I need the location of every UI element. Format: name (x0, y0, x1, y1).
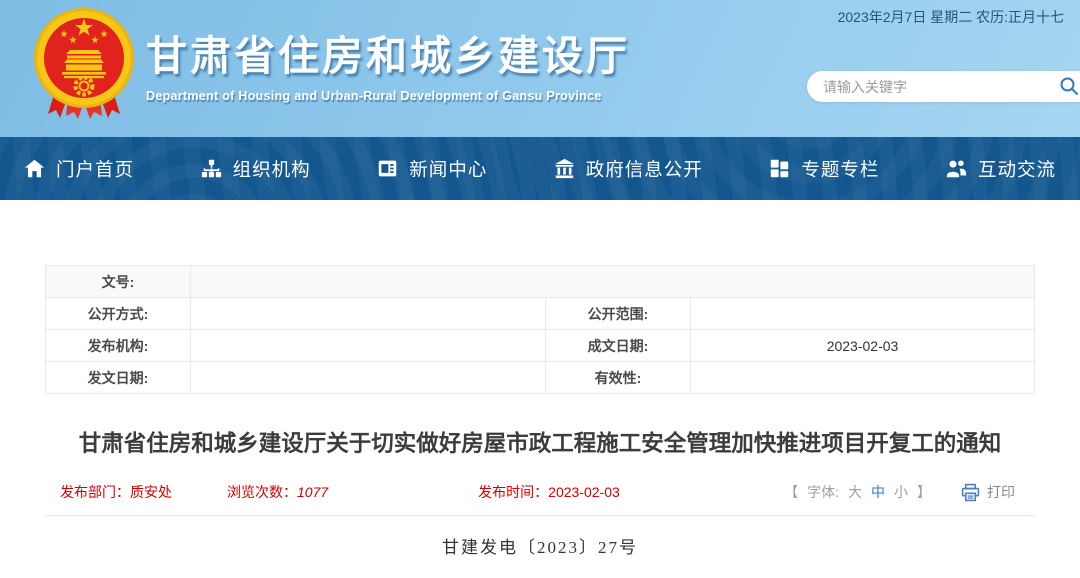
print-label: 打印 (987, 482, 1015, 502)
font-size-small-button[interactable]: 小 (894, 482, 908, 502)
main-nav: 门户首页 组织机构 新闻中心 政府信息公开 专题专栏 互动交流 (0, 137, 1080, 200)
nav-label: 互动交流 (978, 156, 1056, 182)
meta-divider (45, 515, 1035, 516)
official-doc-number: 甘建发电〔2023〕27号 (45, 533, 1035, 558)
search-input[interactable] (823, 79, 1080, 95)
publish-dept-value: 质安处 (130, 484, 172, 500)
publish-dept-label: 发布部门： (60, 484, 130, 500)
nav-label: 政府信息公开 (586, 156, 703, 182)
issue-date-label: 发文日期: (46, 362, 191, 394)
article-page: 文号: 公开方式: 公开范围: 发布机构: 成文日期: 2023-02-03 发… (45, 200, 1035, 558)
written-date-label: 成文日期: (546, 330, 691, 362)
view-count-label: 浏览次数： (227, 484, 297, 500)
search-icon[interactable] (1059, 76, 1079, 96)
search-box (807, 71, 1080, 102)
nav-label: 组织机构 (233, 156, 311, 182)
written-date-value: 2023-02-03 (691, 330, 1035, 362)
publish-time-value: 2023-02-03 (548, 484, 620, 500)
site-header: 甘肃省住房和城乡建设厅 Department of Housing and Ur… (0, 0, 1080, 137)
gov-building-icon (554, 158, 575, 179)
issue-date-value (191, 362, 546, 394)
open-scope-label: 公开范围: (546, 298, 691, 330)
nav-item-news[interactable]: 新闻中心 (377, 156, 487, 182)
article-meta-row: 发布部门：质安处 浏览次数：1077 发布时间：2023-02-03 【 字体:… (45, 482, 1035, 502)
nav-item-organization[interactable]: 组织机构 (201, 156, 311, 182)
issuing-agency-value (191, 330, 546, 362)
printer-icon (961, 483, 980, 502)
validity-label: 有效性: (546, 362, 691, 394)
open-scope-value (691, 298, 1035, 330)
table-row: 文号: (46, 266, 1035, 298)
header-date: 2023年2月7日 星期二 农历:正月十七 (838, 7, 1064, 27)
nav-label: 新闻中心 (409, 156, 487, 182)
nav-item-interaction[interactable]: 互动交流 (946, 156, 1056, 182)
article-title: 甘肃省住房和城乡建设厅关于切实做好房屋市政工程施工安全管理加快推进项目开复工的通… (64, 427, 1016, 461)
grid-blocks-icon (769, 158, 790, 179)
home-icon (24, 158, 45, 179)
open-method-value (191, 298, 546, 330)
nav-item-special-topics[interactable]: 专题专栏 (769, 156, 879, 182)
publish-time-label: 发布时间： (478, 484, 548, 500)
document-metadata-table: 文号: 公开方式: 公开范围: 发布机构: 成文日期: 2023-02-03 发… (45, 265, 1035, 394)
sitemap-icon (201, 158, 222, 179)
site-title: 甘肃省住房和城乡建设厅 (146, 22, 630, 82)
news-icon (377, 158, 398, 179)
font-size-medium-button[interactable]: 中 (871, 482, 885, 502)
font-size-controls: 【 字体: 大 中 小 】 (784, 482, 931, 502)
view-count-value: 1077 (297, 484, 328, 500)
open-method-label: 公开方式: (46, 298, 191, 330)
font-size-large-button[interactable]: 大 (848, 482, 862, 502)
issuing-agency-label: 发布机构: (46, 330, 191, 362)
table-row: 公开方式: 公开范围: (46, 298, 1035, 330)
table-row: 发布机构: 成文日期: 2023-02-03 (46, 330, 1035, 362)
doc-number-label: 文号: (46, 266, 191, 298)
publish-dept: 发布部门：质安处 (60, 482, 172, 502)
nav-item-gov-info[interactable]: 政府信息公开 (554, 156, 703, 182)
doc-number-value (191, 266, 1035, 298)
bracket-open: 【 (784, 482, 798, 502)
view-count: 浏览次数：1077 (227, 482, 328, 502)
china-emblem-icon (30, 6, 138, 122)
users-icon (946, 158, 967, 179)
national-emblem-logo[interactable] (30, 6, 138, 122)
nav-label: 专题专栏 (801, 156, 879, 182)
publish-time: 发布时间：2023-02-03 (478, 482, 620, 502)
nav-item-home[interactable]: 门户首页 (24, 156, 134, 182)
font-size-label: 字体: (807, 482, 839, 502)
validity-value (691, 362, 1035, 394)
print-button[interactable]: 打印 (961, 482, 1015, 502)
bracket-close: 】 (917, 482, 931, 502)
site-subtitle: Department of Housing and Urban-Rural De… (146, 89, 630, 103)
site-title-block: 甘肃省住房和城乡建设厅 Department of Housing and Ur… (146, 22, 630, 103)
nav-label: 门户首页 (56, 156, 134, 182)
table-row: 发文日期: 有效性: (46, 362, 1035, 394)
